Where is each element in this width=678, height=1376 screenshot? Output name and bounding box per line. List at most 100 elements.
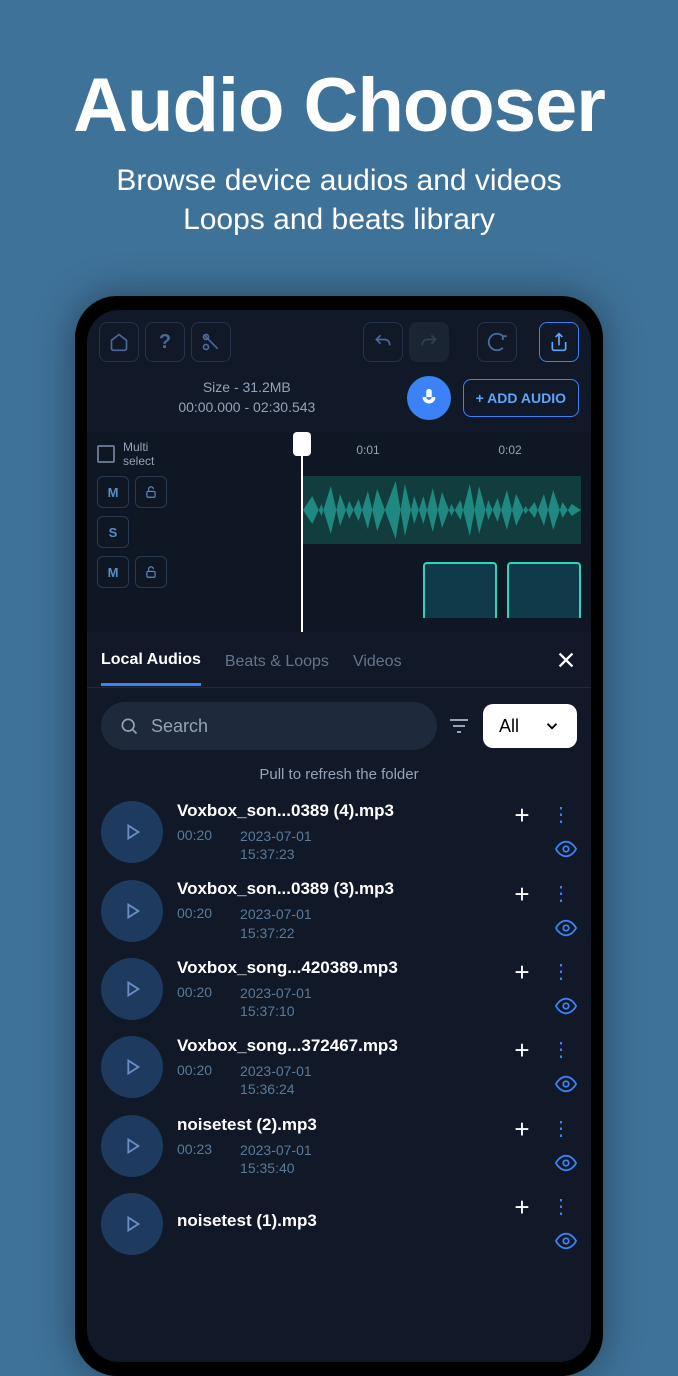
add-button[interactable]: + bbox=[511, 1196, 533, 1218]
close-button[interactable] bbox=[555, 649, 577, 671]
play-button[interactable] bbox=[101, 880, 163, 942]
search-placeholder: Search bbox=[151, 716, 208, 737]
add-button[interactable]: + bbox=[511, 804, 533, 826]
add-button[interactable]: + bbox=[511, 1118, 533, 1140]
item-title: noisetest (2).mp3 bbox=[177, 1115, 491, 1135]
list-item[interactable]: Voxbox_song...372467.mp3 00:20 2023-07-0… bbox=[87, 1028, 591, 1106]
eye-icon bbox=[555, 1230, 577, 1252]
eye-icon bbox=[555, 1152, 577, 1174]
eye-icon bbox=[555, 838, 577, 860]
sort-icon bbox=[447, 714, 471, 738]
mic-icon bbox=[418, 387, 440, 409]
item-duration: 00:23 bbox=[177, 1141, 212, 1177]
multi-select-label: Multi select bbox=[123, 440, 163, 468]
list-item[interactable]: Voxbox_son...0389 (4).mp3 00:20 2023-07-… bbox=[87, 793, 591, 871]
mute-button-1[interactable]: M bbox=[97, 476, 129, 508]
preview-button[interactable] bbox=[555, 917, 577, 939]
scissors-button[interactable] bbox=[191, 322, 231, 362]
item-date: 2023-07-0115:35:40 bbox=[240, 1141, 312, 1177]
search-input[interactable]: Search bbox=[101, 702, 437, 750]
more-button[interactable]: ⋮ bbox=[551, 1123, 571, 1135]
play-icon bbox=[121, 1135, 143, 1157]
item-title: Voxbox_son...0389 (4).mp3 bbox=[177, 801, 491, 821]
more-button[interactable]: ⋮ bbox=[551, 809, 571, 821]
cut-disabled-icon bbox=[201, 332, 221, 352]
list-item[interactable]: Voxbox_song...420389.mp3 00:20 2023-07-0… bbox=[87, 950, 591, 1028]
add-audio-button[interactable]: + ADD AUDIO bbox=[463, 379, 579, 417]
item-duration: 00:20 bbox=[177, 905, 212, 941]
pull-refresh-label: Pull to refresh the folder bbox=[87, 764, 591, 793]
item-date: 2023-07-0115:37:22 bbox=[240, 905, 312, 941]
more-button[interactable]: ⋮ bbox=[551, 1044, 571, 1056]
eye-icon bbox=[555, 995, 577, 1017]
share-button[interactable] bbox=[539, 322, 579, 362]
phone-frame: ? Size - 31.2MB 00:00.000 - 02:30.543 + … bbox=[75, 296, 603, 1376]
clip-2[interactable] bbox=[507, 562, 581, 618]
waveform-track-1[interactable] bbox=[303, 476, 581, 544]
add-button[interactable]: + bbox=[511, 883, 533, 905]
chevron-down-icon bbox=[543, 717, 561, 735]
close-icon bbox=[555, 649, 577, 671]
play-icon bbox=[121, 821, 143, 843]
filter-value: All bbox=[499, 716, 519, 737]
list-item[interactable]: Voxbox_son...0389 (3).mp3 00:20 2023-07-… bbox=[87, 871, 591, 949]
search-icon bbox=[119, 716, 139, 736]
solo-button[interactable]: S bbox=[97, 516, 129, 548]
mute-button-2[interactable]: M bbox=[97, 556, 129, 588]
home-button[interactable] bbox=[99, 322, 139, 362]
play-icon bbox=[121, 900, 143, 922]
preview-button[interactable] bbox=[555, 995, 577, 1017]
help-button[interactable]: ? bbox=[145, 322, 185, 362]
more-button[interactable]: ⋮ bbox=[551, 966, 571, 978]
play-icon bbox=[121, 978, 143, 1000]
home-icon bbox=[109, 332, 129, 352]
preview-button[interactable] bbox=[555, 1073, 577, 1095]
play-button[interactable] bbox=[101, 1036, 163, 1098]
time-ruler: 0:01 0:02 bbox=[297, 438, 581, 462]
more-button[interactable]: ⋮ bbox=[551, 1201, 571, 1213]
preview-button[interactable] bbox=[555, 838, 577, 860]
eye-icon bbox=[555, 1073, 577, 1095]
eye-icon bbox=[555, 917, 577, 939]
preview-button[interactable] bbox=[555, 1152, 577, 1174]
list-item[interactable]: noisetest (1).mp3 + ⋮ bbox=[87, 1185, 591, 1263]
mic-button[interactable] bbox=[407, 376, 451, 420]
playhead[interactable] bbox=[301, 432, 303, 632]
preview-button[interactable] bbox=[555, 1230, 577, 1252]
tab-beats-loops[interactable]: Beats & Loops bbox=[225, 635, 329, 685]
play-icon bbox=[121, 1056, 143, 1078]
list-item[interactable]: noisetest (2).mp3 00:23 2023-07-0115:35:… bbox=[87, 1107, 591, 1185]
undo-button[interactable] bbox=[363, 322, 403, 362]
add-button[interactable]: + bbox=[511, 961, 533, 983]
lock-open-icon bbox=[144, 485, 158, 499]
rotate-icon bbox=[486, 331, 508, 353]
play-button[interactable] bbox=[101, 958, 163, 1020]
rotate-button[interactable] bbox=[477, 322, 517, 362]
time-range: 00:00.000 - 02:30.543 bbox=[99, 398, 395, 418]
size-label: Size - 31.2MB bbox=[99, 378, 395, 398]
hero-sub-1: Browse device audios and videos bbox=[20, 161, 658, 200]
lock-button-2[interactable] bbox=[135, 556, 167, 588]
redo-button[interactable] bbox=[409, 322, 449, 362]
play-button[interactable] bbox=[101, 1193, 163, 1255]
filter-dropdown[interactable]: All bbox=[483, 704, 577, 748]
timeline[interactable]: Multi select 0:01 0:02 M S M bbox=[87, 432, 591, 632]
item-title: noisetest (1).mp3 bbox=[177, 1211, 491, 1231]
redo-icon bbox=[419, 332, 439, 352]
item-duration: 00:20 bbox=[177, 1062, 212, 1098]
undo-icon bbox=[373, 332, 393, 352]
add-button[interactable]: + bbox=[511, 1039, 533, 1061]
tab-local-audios[interactable]: Local Audios bbox=[101, 633, 201, 686]
more-button[interactable]: ⋮ bbox=[551, 888, 571, 900]
play-button[interactable] bbox=[101, 801, 163, 863]
tab-videos[interactable]: Videos bbox=[353, 635, 402, 685]
item-date: 2023-07-0115:37:23 bbox=[240, 827, 312, 863]
clip-1[interactable] bbox=[423, 562, 497, 618]
audio-list[interactable]: Voxbox_son...0389 (4).mp3 00:20 2023-07-… bbox=[87, 793, 591, 1362]
hero-title: Audio Chooser bbox=[20, 62, 658, 149]
share-icon bbox=[549, 332, 569, 352]
play-button[interactable] bbox=[101, 1115, 163, 1177]
multi-select-checkbox[interactable] bbox=[97, 445, 115, 463]
lock-button-1[interactable] bbox=[135, 476, 167, 508]
sort-button[interactable] bbox=[447, 714, 473, 738]
